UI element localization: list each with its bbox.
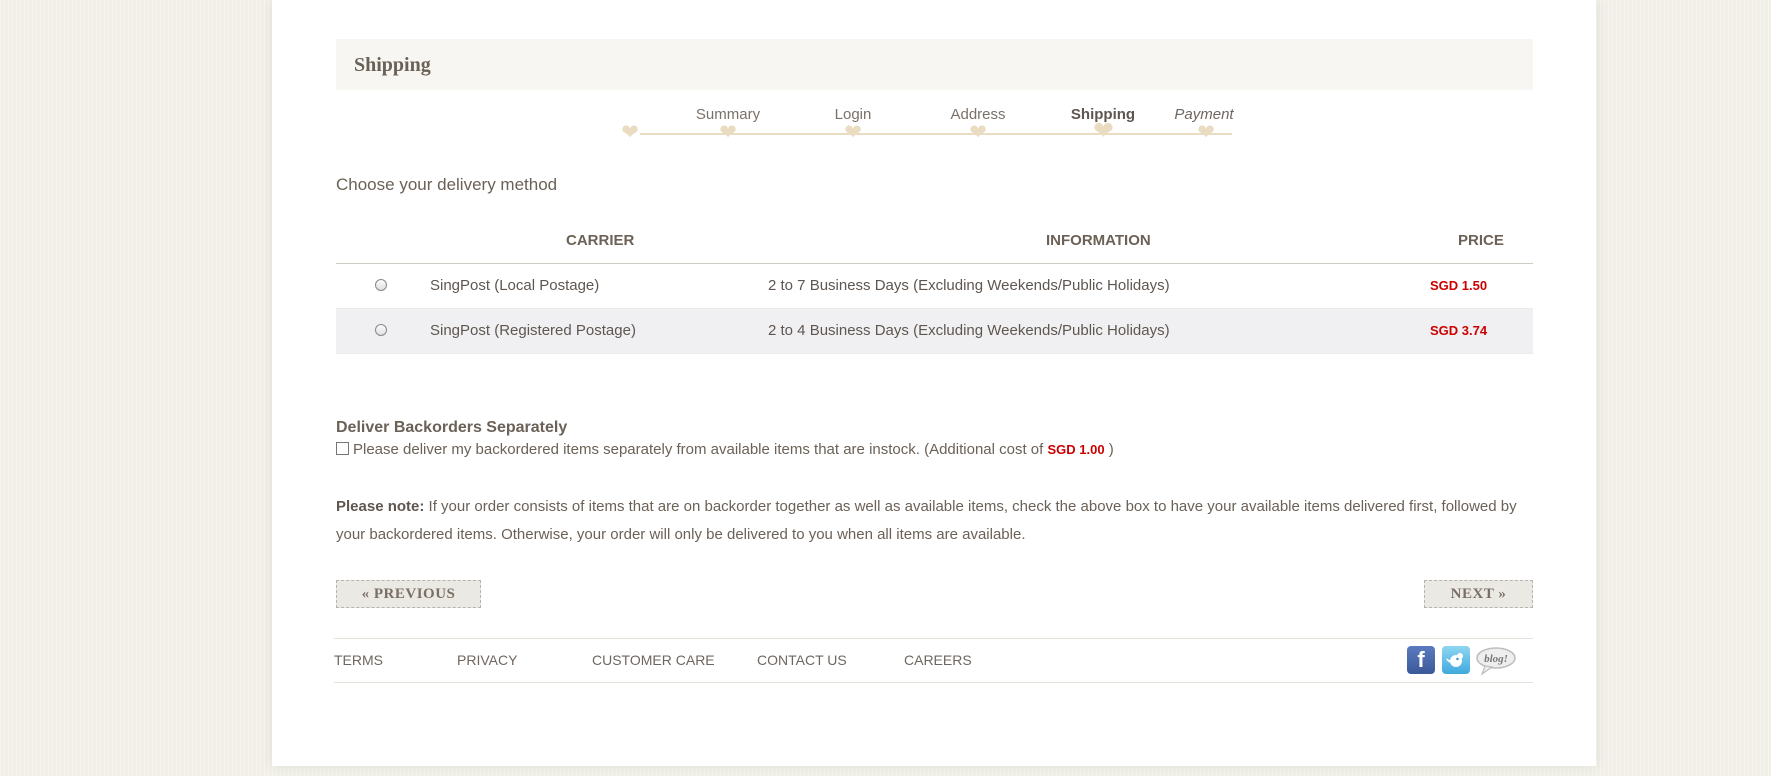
carrier-table: CARRIER INFORMATION PRICE SingPost (Loca… (336, 222, 1533, 354)
footer-link-customer-care[interactable]: CUSTOMER CARE (592, 652, 715, 668)
step-address[interactable]: Address ❤ (928, 104, 1028, 148)
note-text: If your order consists of items that are… (336, 498, 1517, 543)
section-header: Shipping (336, 39, 1533, 90)
step-login[interactable]: Login ❤ (803, 104, 903, 148)
carrier-price: SGD 1.50 (1430, 278, 1488, 293)
facebook-icon[interactable]: f (1407, 646, 1435, 674)
backorders-closing: ) (1108, 441, 1114, 458)
table-row[interactable]: SingPost (Registered Postage) 2 to 4 Bus… (336, 309, 1533, 354)
checkout-content: Shipping ❤ Summary ❤ Login ❤ Address ❤ S… (334, 0, 1533, 766)
checkout-steps: ❤ Summary ❤ Login ❤ Address ❤ Shipping ❤… (620, 104, 1240, 148)
heart-icon: ❤ (969, 121, 987, 144)
page-title: Shipping (354, 54, 431, 76)
table-header: CARRIER INFORMATION PRICE (336, 222, 1533, 264)
twitter-icon[interactable] (1442, 646, 1470, 674)
backorders-checkbox[interactable] (336, 442, 349, 455)
step-shipping: Shipping ❤ (1053, 104, 1153, 148)
heart-icon: ❤ (1197, 121, 1215, 144)
next-button[interactable]: NEXT » (1424, 580, 1533, 608)
delivery-method-title: Choose your delivery method (336, 175, 558, 194)
backorders-checkbox-label: Please deliver my backordered items sepa… (353, 441, 1044, 458)
heart-icon: ❤ (844, 121, 862, 144)
step-summary[interactable]: Summary ❤ (678, 104, 778, 148)
footer-link-careers[interactable]: CAREERS (904, 652, 972, 668)
information-header: INFORMATION (1046, 232, 1151, 249)
backorder-note: Please note: If your order consists of i… (336, 493, 1533, 549)
carrier-header: CARRIER (566, 232, 635, 249)
note-label: Please note: (336, 498, 425, 515)
previous-button[interactable]: « PREVIOUS (336, 580, 481, 608)
footer: TERMS PRIVACY CUSTOMER CARE CONTACT US C… (334, 638, 1533, 683)
heart-icon: ❤ (1093, 117, 1114, 145)
footer-link-privacy[interactable]: PRIVACY (457, 652, 517, 668)
footer-link-contact-us[interactable]: CONTACT US (757, 652, 847, 668)
backorders-title: Deliver Backorders Separately (336, 419, 568, 436)
carrier-information: 2 to 7 Business Days (Excluding Weekends… (768, 277, 1170, 294)
heart-icon: ❤ (621, 121, 639, 144)
price-header: PRICE (1458, 232, 1504, 249)
blog-icon[interactable]: blog! (1475, 646, 1517, 676)
page-container: Shipping ❤ Summary ❤ Login ❤ Address ❤ S… (272, 0, 1596, 766)
blog-label: blog! (1484, 653, 1508, 665)
carrier-radio[interactable] (375, 324, 387, 336)
backorders-cost: SGD 1.00 (1047, 442, 1105, 457)
carrier-name: SingPost (Registered Postage) (430, 322, 636, 339)
backorders-option: Please deliver my backordered items sepa… (336, 441, 1114, 458)
table-row[interactable]: SingPost (Local Postage) 2 to 7 Business… (336, 264, 1533, 309)
carrier-price: SGD 3.74 (1430, 323, 1488, 338)
step-payment: Payment ❤ (1154, 104, 1254, 148)
carrier-name: SingPost (Local Postage) (430, 277, 600, 294)
carrier-information: 2 to 4 Business Days (Excluding Weekends… (768, 322, 1170, 339)
heart-icon: ❤ (719, 121, 737, 144)
carrier-radio[interactable] (375, 279, 387, 291)
footer-link-terms[interactable]: TERMS (334, 652, 383, 668)
